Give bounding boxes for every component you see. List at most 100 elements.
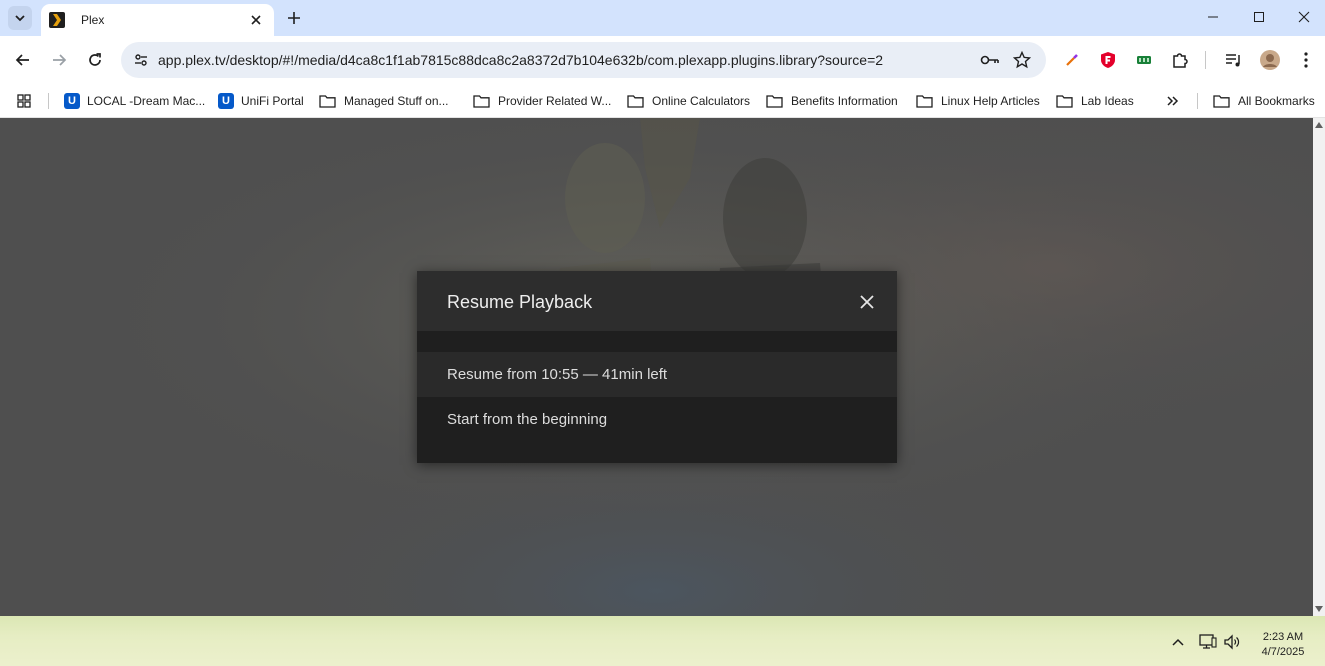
playlist-music-icon xyxy=(1226,54,1240,67)
show-hidden-icons-button[interactable] xyxy=(1169,633,1187,651)
folder-icon xyxy=(319,94,336,108)
dialog-close-button[interactable] xyxy=(855,290,879,314)
apps-button[interactable] xyxy=(16,89,32,113)
avatar-icon xyxy=(1260,50,1280,70)
apps-grid-icon xyxy=(17,94,31,108)
speaker-icon xyxy=(1224,634,1240,650)
extension-eyedropper-button[interactable] xyxy=(1058,46,1086,74)
arrow-left-icon xyxy=(15,54,29,66)
clock-date: 4/7/2025 xyxy=(1261,646,1305,658)
bookmark-label: LOCAL -Dream Mac... xyxy=(87,94,206,108)
plex-player-backdrop: Resume Playback Resume from 10:55 — 41mi… xyxy=(0,118,1313,616)
plus-icon xyxy=(288,12,300,24)
bookmarks-divider xyxy=(48,93,49,109)
tab-close-button[interactable] xyxy=(246,10,266,30)
resume-option-label: Resume from 10:55 — 41min left xyxy=(447,366,668,383)
bookmark-label: Online Calculators xyxy=(652,94,751,108)
star-icon xyxy=(1013,51,1031,69)
folder-icon xyxy=(627,94,644,108)
puzzle-icon xyxy=(1173,53,1188,68)
bookmarks-bar: U LOCAL -Dream Mac... U UniFi Portal Man… xyxy=(0,84,1325,118)
bookmark-folder-managed-stuff[interactable]: Managed Stuff on... xyxy=(319,89,449,113)
close-icon xyxy=(1298,11,1310,23)
folder-icon xyxy=(1213,94,1230,108)
bookmark-local-dream[interactable]: U LOCAL -Dream Mac... xyxy=(64,89,205,113)
unifi-icon: U xyxy=(64,93,80,109)
minimize-icon xyxy=(1208,16,1218,18)
all-bookmarks-label: All Bookmarks xyxy=(1238,94,1315,108)
bookmark-unifi-portal[interactable]: U UniFi Portal xyxy=(218,89,304,113)
maximize-icon xyxy=(1254,12,1264,22)
chrome-menu-button[interactable] xyxy=(1292,46,1320,74)
start-beginning-label: Start from the beginning xyxy=(447,411,608,428)
extension-shield-button[interactable] xyxy=(1094,46,1122,74)
tune-icon xyxy=(135,54,147,66)
more-vert-icon xyxy=(1304,52,1308,68)
bookmark-folder-lab-ideas[interactable]: Lab Ideas xyxy=(1056,89,1134,113)
shield-icon xyxy=(1101,52,1115,68)
bookmark-label: Linux Help Articles xyxy=(941,94,1040,108)
scroll-up-arrow-icon[interactable] xyxy=(1315,122,1323,128)
profile-avatar-button[interactable] xyxy=(1256,46,1284,74)
close-window-button[interactable] xyxy=(1281,0,1325,34)
scroll-down-arrow-icon[interactable] xyxy=(1315,606,1323,612)
tab-title: Plex xyxy=(81,13,105,27)
arrow-right-icon xyxy=(53,54,67,66)
bookmark-folder-linux-help[interactable]: Linux Help Articles xyxy=(916,89,1040,113)
folder-icon xyxy=(473,94,490,108)
bookmark-label: Lab Ideas xyxy=(1081,94,1134,108)
minimize-button[interactable] xyxy=(1190,0,1236,34)
network-icon xyxy=(1199,634,1217,649)
extensions-button[interactable] xyxy=(1166,46,1194,74)
browser-tab-plex[interactable]: Plex xyxy=(41,4,274,36)
reload-button[interactable] xyxy=(81,46,109,74)
eyedropper-icon xyxy=(1066,54,1078,66)
bookmark-folder-provider-related[interactable]: Provider Related W... xyxy=(473,89,611,113)
dialog-title: Resume Playback xyxy=(447,292,593,312)
unifi-icon: U xyxy=(218,93,234,109)
bookmark-label: Benefits Information xyxy=(791,94,898,108)
bookmark-label: Provider Related W... xyxy=(498,94,612,108)
reload-icon xyxy=(89,53,101,66)
volume-button[interactable] xyxy=(1223,633,1241,651)
new-tab-button[interactable] xyxy=(282,6,306,30)
more-bookmarks-button[interactable] xyxy=(1166,89,1180,113)
media-controls-button[interactable] xyxy=(1220,46,1248,74)
resume-playback-dialog: Resume Playback Resume from 10:55 — 41mi… xyxy=(417,271,897,463)
plex-icon xyxy=(49,12,65,28)
password-key-button[interactable] xyxy=(978,48,1002,72)
system-clock[interactable]: 2:23 AM 4/7/2025 xyxy=(1248,630,1318,660)
tab-search-button[interactable] xyxy=(8,6,32,30)
bookmark-star-button[interactable] xyxy=(1010,48,1034,72)
all-bookmarks-button[interactable]: All Bookmarks xyxy=(1213,89,1315,113)
browser-toolbar: app.plex.tv/desktop/#!/media/d4ca8c1f1ab… xyxy=(0,36,1325,84)
bookmark-label: UniFi Portal xyxy=(241,94,304,108)
folder-icon xyxy=(766,94,783,108)
chevron-up-icon xyxy=(1172,638,1184,646)
close-icon xyxy=(251,15,261,25)
resume-option[interactable]: Resume from 10:55 — 41min left xyxy=(417,352,897,397)
clock-time: 2:23 AM xyxy=(1262,631,1304,643)
page-scrollbar[interactable] xyxy=(1313,118,1325,616)
toolbar-divider xyxy=(1205,51,1206,69)
bookmarks-divider xyxy=(1197,93,1198,109)
start-beginning-option[interactable]: Start from the beginning xyxy=(417,397,897,442)
folder-icon xyxy=(1056,94,1073,108)
battery-icon xyxy=(1137,56,1151,64)
extension-battery-button[interactable] xyxy=(1130,46,1158,74)
bookmark-folder-benefits-information[interactable]: Benefits Information xyxy=(766,89,898,113)
url-text[interactable]: app.plex.tv/desktop/#!/media/d4ca8c1f1ab… xyxy=(158,52,883,68)
network-button[interactable] xyxy=(1199,633,1217,651)
chevron-down-icon xyxy=(15,15,25,22)
chevron-double-right-icon xyxy=(1167,96,1179,106)
close-icon xyxy=(860,295,874,309)
dialog-header: Resume Playback xyxy=(417,271,897,331)
maximize-button[interactable] xyxy=(1236,0,1282,34)
windows-taskbar: 2:23 AM 4/7/2025 xyxy=(0,616,1325,666)
bookmark-label: Managed Stuff on... xyxy=(344,94,449,108)
back-button[interactable] xyxy=(9,46,37,74)
address-bar[interactable]: app.plex.tv/desktop/#!/media/d4ca8c1f1ab… xyxy=(121,42,1046,78)
forward-button[interactable] xyxy=(45,46,73,74)
bookmark-folder-online-calculators[interactable]: Online Calculators xyxy=(627,89,750,113)
site-info-button[interactable] xyxy=(129,48,153,72)
